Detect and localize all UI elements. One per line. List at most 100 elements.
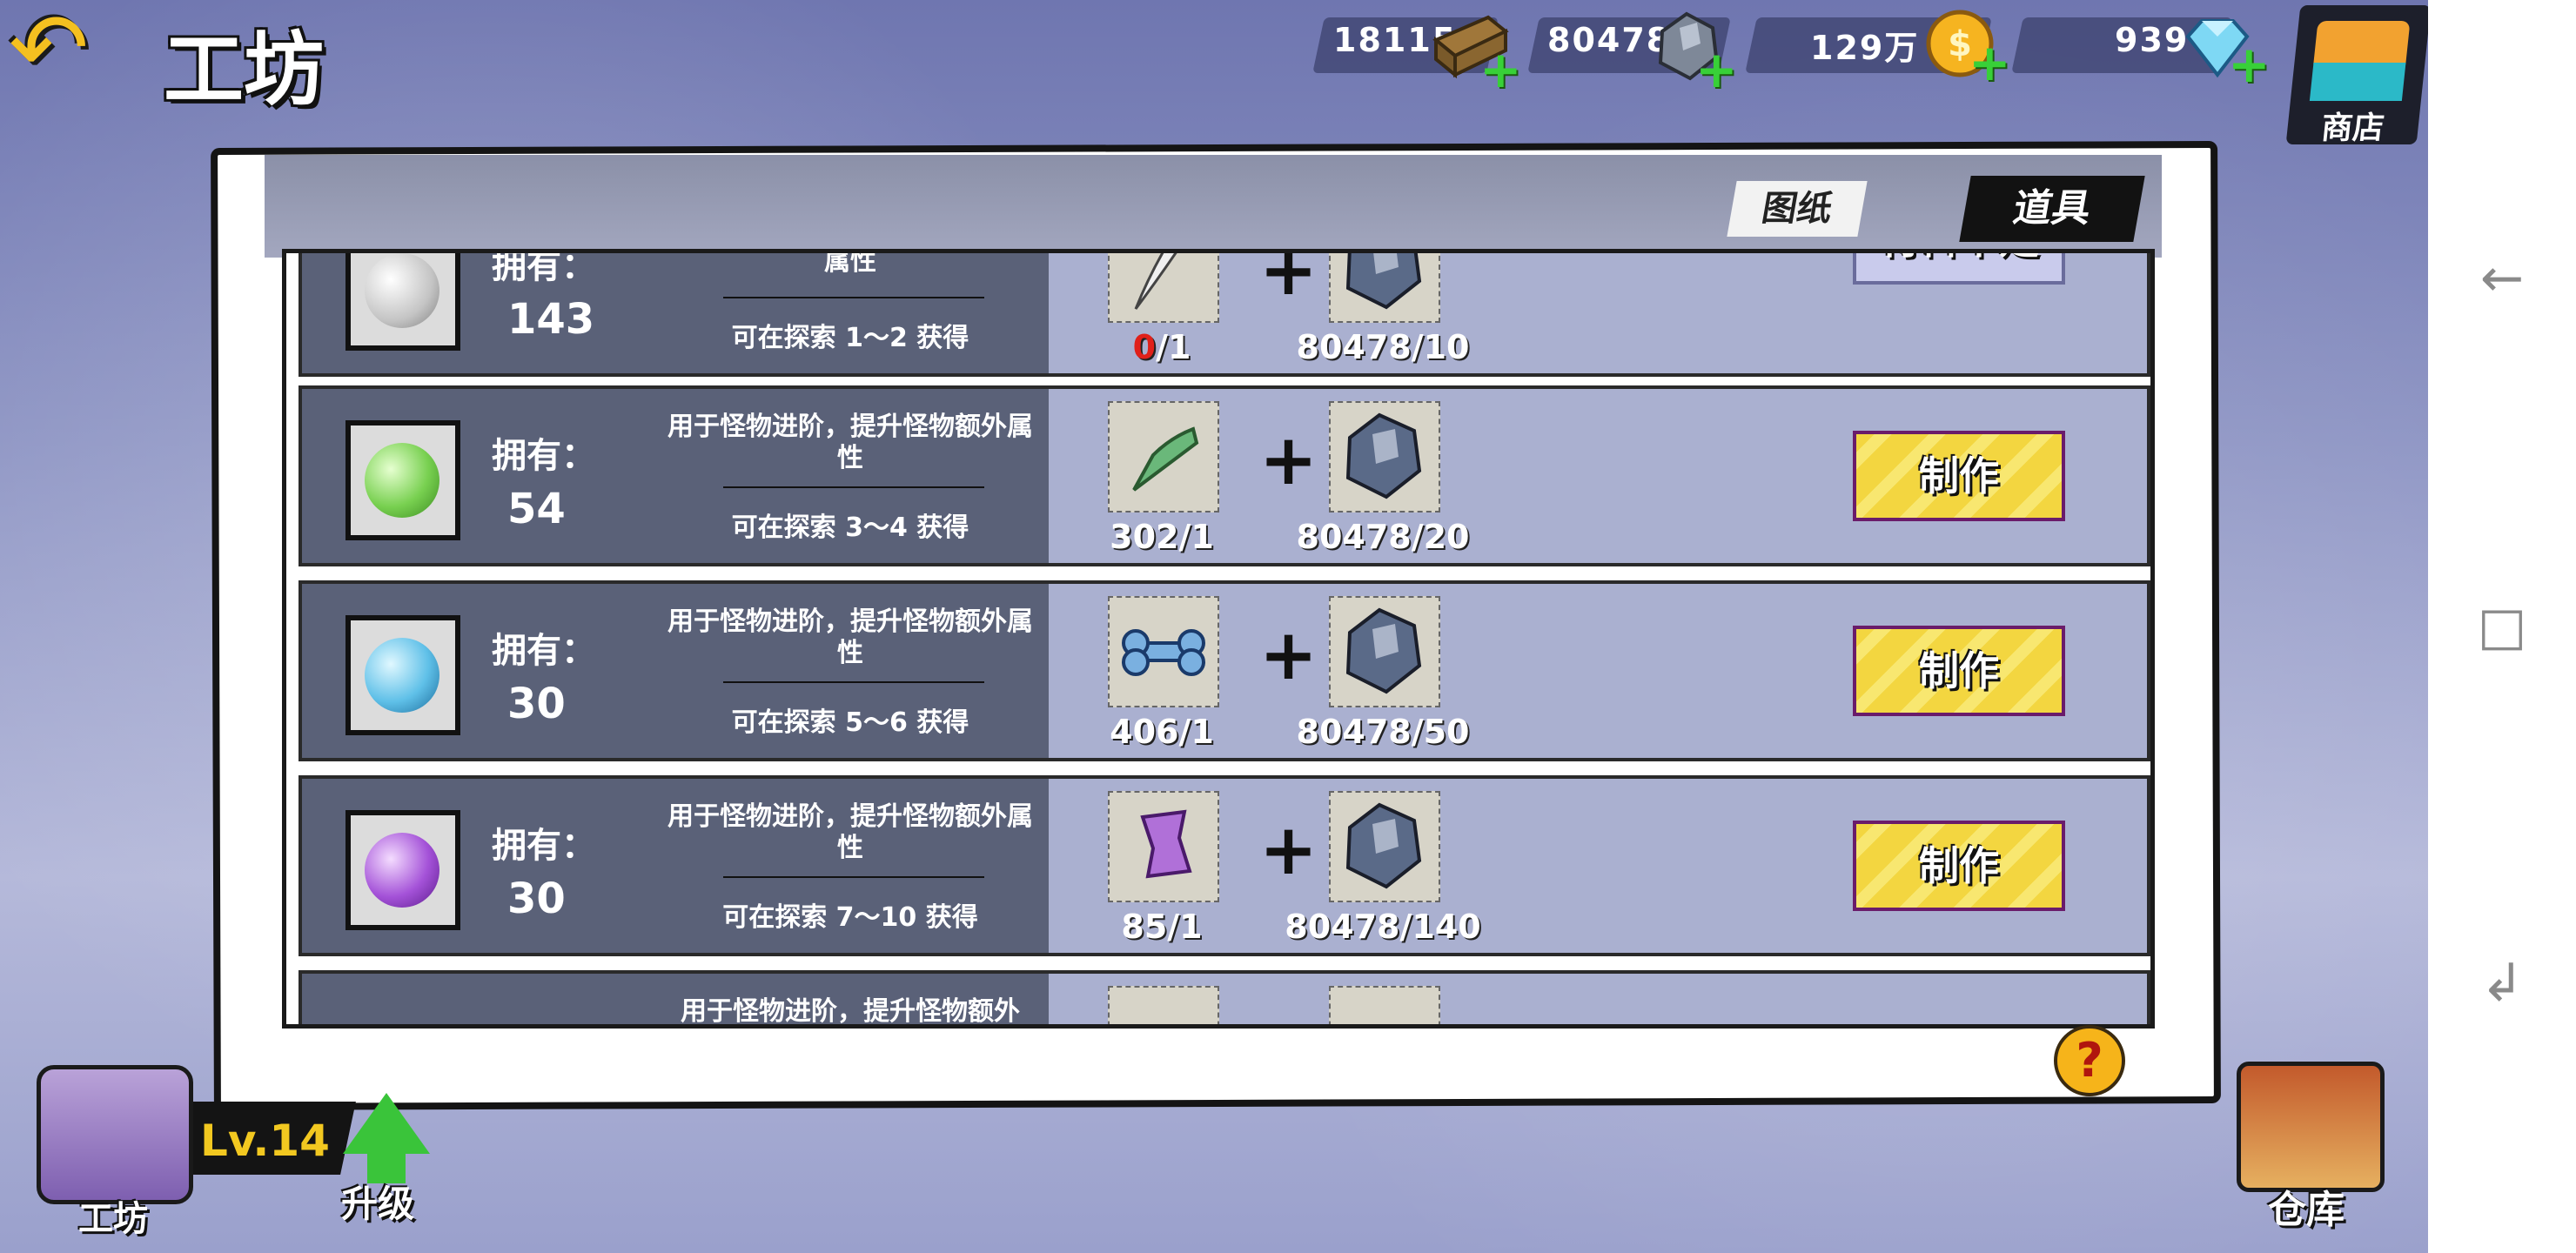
craft-list[interactable]: 拥有： 143 属性 可在探索 1～2 获得 0/1 + 80478/10 材料… <box>282 249 2155 1029</box>
craft-row-info: 拥有： 30 用于怪物进阶，提升怪物额外属性 可在探索 7～10 获得 <box>302 779 1049 953</box>
workshop-building-icon <box>37 1065 193 1204</box>
item-description: 用于怪物进阶，提升怪物额外属性 <box>667 801 1033 863</box>
bone-icon <box>1122 629 1205 676</box>
owned-label: 拥有： <box>492 826 596 866</box>
panel-header <box>265 155 2162 258</box>
plus-sign: + <box>1259 614 1318 695</box>
material-slot[interactable] <box>1108 253 1219 323</box>
resource-value-gold: 129万 <box>1810 29 1920 67</box>
divider <box>723 681 984 683</box>
upgrade-arrow-icon[interactable] <box>343 1093 430 1154</box>
item-description: 属性 <box>824 249 876 277</box>
green-horn-icon <box>1132 426 1199 492</box>
material-count: 406/1 <box>1110 713 1214 751</box>
material-count: 0/1 <box>1049 328 1275 366</box>
fang-icon <box>1134 253 1177 310</box>
material-count: 80478/140 <box>1285 908 1481 946</box>
nav-back-icon[interactable]: ← <box>2476 252 2528 305</box>
help-button[interactable]: ? <box>2054 1025 2125 1096</box>
upgrade-label[interactable]: 升级 <box>341 1175 414 1228</box>
material-count: 80478/50 <box>1296 713 1470 751</box>
craft-row: 拥有： 30 用于怪物进阶，提升怪物额外属性 可在探索 5～6 获得 406/1… <box>299 580 2150 761</box>
plus-sign: + <box>1259 419 1318 500</box>
craft-row: 用于怪物进阶，提升怪物额外 <box>299 970 2150 1024</box>
owned-count: 30 <box>507 680 566 728</box>
ore-crystal-icon <box>1345 607 1422 694</box>
warehouse-button[interactable]: 仓库 <box>2210 1053 2402 1236</box>
workshop-button[interactable]: 工坊 <box>26 1053 200 1239</box>
material-slot[interactable] <box>1108 986 1219 1024</box>
item-source: 可在探索 5～6 获得 <box>731 707 969 738</box>
craft-row-info: 用于怪物进阶，提升怪物额外 <box>302 974 1049 1024</box>
craft-row-info: 拥有： 30 用于怪物进阶，提升怪物额外属性 可在探索 5～6 获得 <box>302 584 1049 758</box>
material-slot[interactable] <box>1329 791 1440 902</box>
silver-orb-icon <box>365 253 439 328</box>
owned-label: 拥有： <box>492 249 596 286</box>
item-icon-frame <box>345 615 460 735</box>
shop-label: 商店 <box>2319 111 2386 146</box>
material-count: 302/1 <box>1110 518 1214 556</box>
purple-orb-icon <box>365 833 439 908</box>
craft-button[interactable]: 制作 <box>1853 431 2065 521</box>
owned-count: 143 <box>507 295 595 344</box>
divider <box>723 486 984 488</box>
tab-items[interactable]: 道具 <box>1959 176 2145 242</box>
item-source: 可在探索 7～10 获得 <box>722 902 978 933</box>
craft-row: 拥有： 143 属性 可在探索 1～2 获得 0/1 + 80478/10 材料… <box>299 249 2150 377</box>
material-have-count: 0 <box>1132 328 1157 366</box>
nav-home-icon[interactable]: □ <box>2476 600 2528 653</box>
add-diamond-button[interactable]: + <box>2228 39 2271 90</box>
green-orb-icon <box>365 443 439 518</box>
workshop-level: Lv.14 <box>200 1116 330 1166</box>
owned-label: 拥有： <box>492 631 596 671</box>
page-title: 工坊 <box>164 23 325 117</box>
blue-orb-icon <box>365 638 439 713</box>
item-source: 可在探索 3～4 获得 <box>731 513 969 543</box>
add-ore-button[interactable]: + <box>1695 44 1738 95</box>
add-wood-button[interactable]: + <box>1479 44 1522 95</box>
tab-blueprint[interactable]: 图纸 <box>1727 181 1868 237</box>
top-bar: ↶ 工坊 18115 + 80478 + 129万 $ + 939 + 商店 <box>0 0 2432 146</box>
material-slot[interactable] <box>1329 253 1440 323</box>
item-icon-frame <box>345 420 460 540</box>
ore-crystal-icon <box>1345 412 1422 499</box>
plus-sign: + <box>1259 809 1318 890</box>
insufficient-materials-button[interactable]: 材料不足 <box>1853 253 2065 285</box>
material-count: 85/1 <box>1121 908 1203 946</box>
warehouse-label: 仓库 <box>2268 1188 2345 1232</box>
owned-count: 54 <box>507 485 566 533</box>
item-icon-frame <box>345 253 460 351</box>
material-slot[interactable] <box>1329 596 1440 707</box>
material-slot[interactable] <box>1329 986 1440 1024</box>
plus-sign: + <box>1259 249 1318 311</box>
craft-button[interactable]: 制作 <box>1853 821 2065 911</box>
craft-button[interactable]: 制作 <box>1853 626 2065 716</box>
shop-roof-icon <box>2313 21 2411 64</box>
workshop-label: 工坊 <box>78 1199 148 1239</box>
owned-count: 30 <box>507 874 566 923</box>
craft-row: 拥有： 30 用于怪物进阶，提升怪物额外属性 可在探索 7～10 获得 85/1… <box>299 775 2150 956</box>
system-nav-bar: ← □ ↲ <box>2428 0 2576 1253</box>
material-need-count: /1 <box>1156 328 1191 366</box>
back-arrow-icon[interactable]: ↶ <box>9 0 122 103</box>
shop-storefront-icon <box>2309 63 2406 101</box>
purple-scroll-icon <box>1140 809 1192 879</box>
item-source: 可在探索 1～2 获得 <box>731 323 969 353</box>
warehouse-building-icon <box>2237 1062 2385 1192</box>
add-gold-button[interactable]: + <box>1969 37 2011 88</box>
material-slot[interactable] <box>1329 401 1440 513</box>
material-slot[interactable] <box>1108 401 1219 513</box>
material-slot[interactable] <box>1108 596 1219 707</box>
item-description: 用于怪物进阶，提升怪物额外属性 <box>667 412 1033 473</box>
shop-button[interactable]: 商店 <box>2285 5 2432 146</box>
craft-row-info: 拥有： 143 属性 可在探索 1～2 获得 <box>302 249 1049 373</box>
ore-crystal-icon <box>1345 253 1422 310</box>
craft-row-info: 拥有： 54 用于怪物进阶，提升怪物额外属性 可在探索 3～4 获得 <box>302 389 1049 563</box>
material-slot[interactable] <box>1108 791 1219 902</box>
divider <box>723 876 984 878</box>
nav-recents-icon[interactable]: ↲ <box>2476 957 2528 1009</box>
owned-label: 拥有： <box>492 436 596 476</box>
item-icon-frame <box>345 810 460 930</box>
item-description: 用于怪物进阶，提升怪物额外属性 <box>667 606 1033 668</box>
ore-crystal-icon <box>1345 802 1422 889</box>
